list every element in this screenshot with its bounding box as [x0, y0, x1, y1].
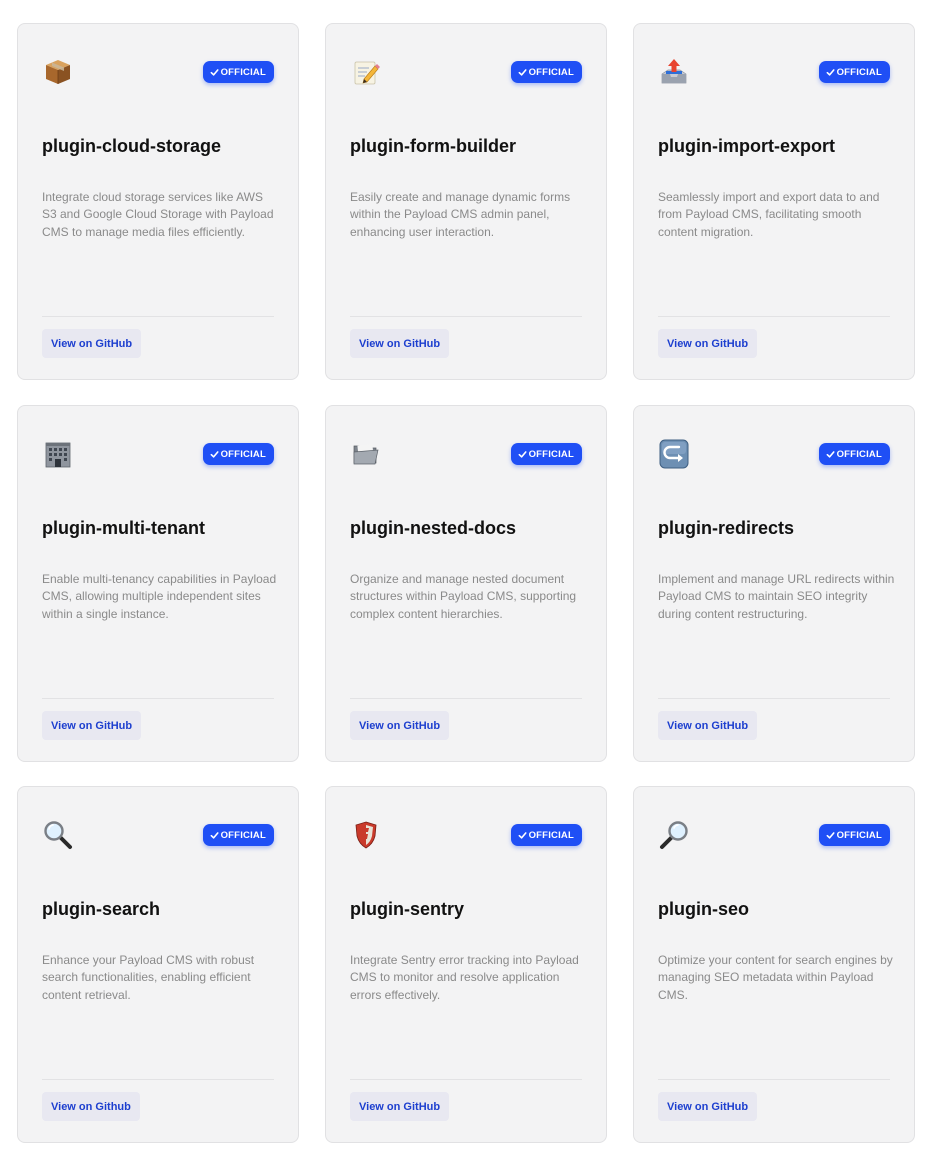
divider	[658, 316, 890, 317]
plugin-title: plugin-cloud-storage	[42, 136, 221, 156]
divider	[42, 1079, 274, 1080]
divider	[350, 1079, 582, 1080]
view-on-github-link[interactable]: View on GitHub	[350, 711, 450, 740]
badge-label: OFFICIAL	[528, 829, 574, 841]
plugin-card-import-export: OFFICIAL plugin-import-export Seamlessly…	[633, 23, 915, 380]
plugin-description: Easily create and manage dynamic forms w…	[350, 190, 571, 239]
view-on-github-link[interactable]: View on Github	[42, 1092, 140, 1121]
magnifying-glass-right-icon	[658, 819, 690, 851]
divider	[42, 698, 274, 699]
check-icon	[826, 68, 835, 76]
check-icon	[210, 450, 219, 458]
check-icon	[210, 831, 219, 839]
view-on-github-link[interactable]: View on GitHub	[42, 329, 142, 358]
plugin-card-cloud-storage: OFFICIAL plugin-cloud-storage Integrate …	[17, 23, 299, 380]
check-icon	[518, 68, 527, 76]
official-badge: OFFICIAL	[510, 443, 582, 465]
badge-label: OFFICIAL	[220, 66, 266, 78]
plugin-card-nested-docs: OFFICIAL plugin-nested-docs Organize and…	[325, 405, 607, 762]
view-on-github-link[interactable]: View on GitHub	[42, 711, 142, 740]
plugin-description: Seamlessly import and export data to and…	[658, 190, 880, 239]
plugin-description: Integrate cloud storage services like AW…	[42, 190, 274, 239]
plugin-grid: OFFICIAL plugin-cloud-storage Integrate …	[0, 0, 927, 1157]
package-icon	[42, 56, 74, 88]
plugin-title: plugin-sentry	[350, 899, 465, 919]
badge-label: OFFICIAL	[528, 66, 574, 78]
plugin-title: plugin-form-builder	[350, 136, 516, 156]
office-building-icon	[42, 438, 74, 470]
plugin-description: Optimize your content for search engines…	[658, 953, 893, 1002]
plugin-card-search: OFFICIAL plugin-search Enhance your Payl…	[17, 786, 299, 1143]
official-badge: OFFICIAL	[818, 61, 890, 83]
view-on-github-link[interactable]: View on GitHub	[658, 1092, 758, 1121]
memo-pencil-icon	[350, 56, 382, 88]
plugin-title: plugin-seo	[658, 899, 749, 919]
plugin-description: Integrate Sentry error tracking into Pay…	[350, 953, 579, 1002]
plugin-title: plugin-nested-docs	[350, 518, 516, 538]
official-badge: OFFICIAL	[818, 824, 890, 846]
view-on-github-link[interactable]: View on GitHub	[658, 329, 758, 358]
official-badge: OFFICIAL	[510, 824, 582, 846]
view-on-github-link[interactable]: View on GitHub	[658, 711, 758, 740]
open-folder-icon	[350, 438, 382, 470]
plugin-card-redirects: OFFICIAL plugin-redirects Implement and …	[633, 405, 915, 762]
plugin-description: Organize and manage nested document stru…	[350, 572, 577, 621]
plugin-card-sentry: OFFICIAL plugin-sentry Integrate Sentry …	[325, 786, 607, 1143]
check-icon	[210, 68, 219, 76]
plugin-title: plugin-search	[42, 899, 161, 919]
plugin-description: Implement and manage URL redirects withi…	[658, 572, 895, 621]
plugin-title: plugin-import-export	[658, 136, 835, 156]
view-on-github-link[interactable]: View on GitHub	[350, 1092, 450, 1121]
badge-label: OFFICIAL	[836, 448, 882, 460]
divider	[42, 316, 274, 317]
plugin-card-seo: OFFICIAL plugin-seo Optimize your conten…	[633, 786, 915, 1143]
divider	[658, 1079, 890, 1080]
magnifying-glass-left-icon	[42, 819, 74, 851]
plugin-description: Enable multi-tenancy capabilities in Pay…	[42, 572, 277, 621]
plugin-card-form-builder: OFFICIAL plugin-form-builder Easily crea…	[325, 23, 607, 380]
divider	[350, 698, 582, 699]
official-badge: OFFICIAL	[202, 824, 274, 846]
plugin-title: plugin-multi-tenant	[42, 518, 205, 538]
sentry-shield-icon	[350, 819, 382, 851]
divider	[658, 698, 890, 699]
check-icon	[826, 831, 835, 839]
outbox-tray-icon	[658, 56, 690, 88]
divider	[350, 316, 582, 317]
check-icon	[518, 831, 527, 839]
badge-label: OFFICIAL	[836, 66, 882, 78]
redirect-arrow-icon	[658, 438, 690, 470]
check-icon	[826, 450, 835, 458]
check-icon	[518, 450, 527, 458]
official-badge: OFFICIAL	[202, 61, 274, 83]
official-badge: OFFICIAL	[202, 443, 274, 465]
plugin-description: Enhance your Payload CMS with robust sea…	[42, 953, 255, 1002]
plugin-title: plugin-redirects	[658, 518, 795, 538]
badge-label: OFFICIAL	[528, 448, 574, 460]
plugin-card-multi-tenant: OFFICIAL plugin-multi-tenant Enable mult…	[17, 405, 299, 762]
official-badge: OFFICIAL	[818, 443, 890, 465]
official-badge: OFFICIAL	[510, 61, 582, 83]
badge-label: OFFICIAL	[836, 829, 882, 841]
view-on-github-link[interactable]: View on GitHub	[350, 329, 450, 358]
badge-label: OFFICIAL	[220, 448, 266, 460]
badge-label: OFFICIAL	[220, 829, 266, 841]
